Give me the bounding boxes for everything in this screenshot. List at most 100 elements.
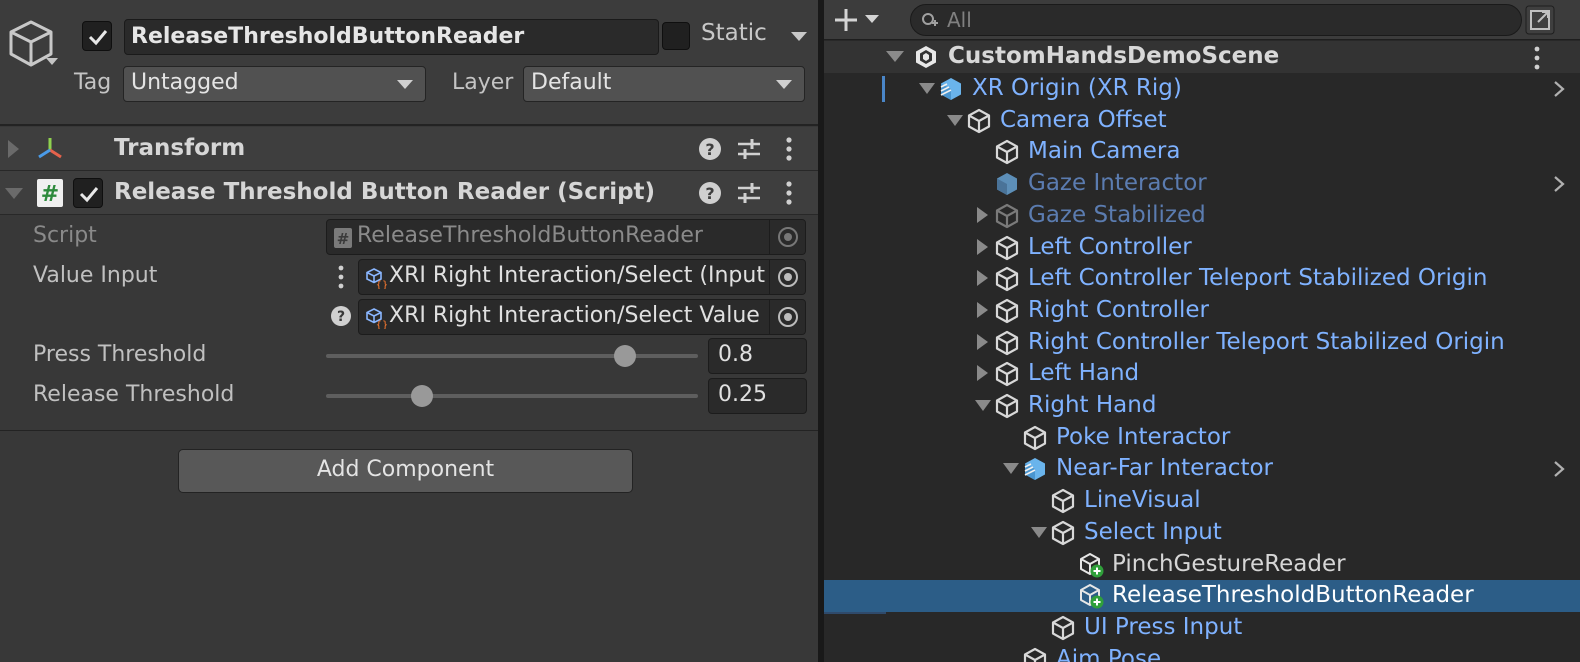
presets-sliders-icon[interactable] <box>735 135 763 163</box>
collapse-arrow-icon[interactable] <box>975 400 991 411</box>
transform-component-header[interactable]: Transform ? <box>0 127 818 171</box>
script-component-header[interactable]: # Release Threshold Button Reader (Scrip… <box>0 171 818 215</box>
release-threshold-field[interactable]: 0.25 <box>708 378 807 414</box>
value-input-action-field[interactable]: {} XRI Right Interaction/Select (Input <box>358 259 806 295</box>
cube-icon <box>994 298 1020 324</box>
cube-icon <box>1022 425 1048 451</box>
hierarchy-item[interactable]: Gaze Stabilized <box>824 200 1580 232</box>
svg-text:?: ? <box>705 184 714 203</box>
hierarchy-item[interactable]: Poke Interactor <box>824 422 1580 454</box>
search-icon <box>922 13 938 26</box>
release-threshold-slider-track[interactable] <box>326 394 698 398</box>
icon-dropdown-caret-icon[interactable] <box>46 58 58 65</box>
expand-arrow-icon[interactable] <box>977 365 988 382</box>
release-threshold-slider-thumb[interactable] <box>411 385 433 407</box>
hierarchy-item-label: Gaze Stabilized <box>1028 201 1206 228</box>
help-icon[interactable]: ? <box>330 305 352 327</box>
static-checkbox[interactable] <box>662 22 690 50</box>
hierarchy-item[interactable]: Select Input <box>824 517 1580 549</box>
hierarchy-item-label: XR Origin (XR Rig) <box>972 75 1182 101</box>
kebab-menu-icon[interactable] <box>332 263 350 291</box>
hierarchy-item[interactable]: LineVisual <box>824 485 1580 517</box>
hierarchy-item-label: ReleaseThresholdButtonReader <box>1112 582 1474 609</box>
collapse-arrow-icon[interactable] <box>919 83 935 94</box>
collapse-arrow-icon[interactable] <box>1031 526 1047 538</box>
hierarchy-item[interactable]: UI Press Input <box>824 612 1580 644</box>
layer-dropdown[interactable]: Default <box>523 66 805 102</box>
add-component-button[interactable]: Add Component <box>178 449 633 493</box>
chevron-right-icon[interactable] <box>1552 79 1566 103</box>
release-threshold-row: Release Threshold 0.25 <box>0 376 818 416</box>
create-menu-caret-icon[interactable] <box>865 15 879 23</box>
kebab-menu-icon[interactable] <box>775 135 803 163</box>
expand-arrow-icon[interactable] <box>977 333 988 350</box>
presets-sliders-icon[interactable] <box>735 179 763 207</box>
press-threshold-field[interactable]: 0.8 <box>708 338 807 374</box>
static-label: Static <box>701 20 767 46</box>
value-input-reference-value: XRI Right Interaction/Select Value <box>389 303 760 328</box>
scene-header[interactable]: CustomHandsDemoScene <box>824 41 1580 73</box>
hierarchy-item[interactable]: Gaze Interactor <box>824 168 1580 200</box>
chevron-down-icon <box>776 80 792 89</box>
press-threshold-row: Press Threshold 0.8 <box>0 336 818 376</box>
input-action-reference-icon: {} <box>366 308 387 329</box>
hierarchy-item[interactable]: PinchGestureReader <box>824 549 1580 581</box>
object-picker-button[interactable] <box>769 300 805 334</box>
hierarchy-item[interactable]: ReleaseThresholdButtonReader <box>824 580 1580 613</box>
kebab-menu-icon[interactable] <box>1528 45 1546 71</box>
chevron-right-icon[interactable] <box>1552 174 1566 198</box>
script-foldout-icon[interactable] <box>5 188 23 199</box>
checkmark-icon <box>79 187 99 203</box>
hierarchy-item-label: Poke Interactor <box>1056 423 1231 450</box>
scene-foldout-icon[interactable] <box>886 51 904 62</box>
svg-text:?: ? <box>337 309 345 325</box>
hierarchy-item[interactable]: Right Controller <box>824 295 1580 327</box>
transform-foldout-icon[interactable] <box>8 140 19 158</box>
cube-icon <box>1050 488 1076 514</box>
press-threshold-slider-track[interactable] <box>326 354 698 358</box>
hierarchy-item[interactable]: Camera Offset <box>824 105 1580 137</box>
expand-arrow-icon[interactable] <box>977 238 988 255</box>
hierarchy-item[interactable]: Near-Far Interactor <box>824 453 1580 485</box>
scene-visibility-popout-icon[interactable] <box>1524 4 1556 36</box>
script-property-row: Script # ReleaseThresholdButtonReader <box>0 217 818 257</box>
hierarchy-item[interactable]: Left Controller <box>824 232 1580 264</box>
script-enabled-checkbox[interactable] <box>73 178 103 208</box>
hierarchy-item[interactable]: Left Hand <box>824 358 1580 390</box>
active-checkbox[interactable] <box>82 21 112 51</box>
value-input-reference-field[interactable]: {} XRI Right Interaction/Select Value <box>358 299 806 335</box>
gameobject-name-field[interactable]: ReleaseThresholdButtonReader <box>124 19 659 55</box>
expand-arrow-icon[interactable] <box>977 206 988 223</box>
press-threshold-slider-thumb[interactable] <box>613 345 636 367</box>
expand-arrow-icon[interactable] <box>977 270 988 287</box>
hierarchy-item[interactable]: Right Hand <box>824 390 1580 422</box>
hierarchy-item[interactable]: Left Controller Teleport Stabilized Orig… <box>824 263 1580 295</box>
hierarchy-panel: All CustomHandsDemoScene XR Origin (XR R… <box>824 0 1580 662</box>
help-icon[interactable]: ? <box>696 179 724 207</box>
expand-arrow-icon[interactable] <box>977 301 988 318</box>
cube-icon <box>994 235 1020 261</box>
collapse-arrow-icon[interactable] <box>947 114 963 126</box>
hierarchy-item[interactable]: Main Camera <box>824 136 1580 168</box>
hierarchy-item[interactable]: XR Origin (XR Rig) <box>824 73 1580 105</box>
chevron-down-icon <box>397 80 413 89</box>
chevron-right-icon[interactable] <box>1552 459 1566 483</box>
static-dropdown-caret-icon[interactable] <box>791 32 807 41</box>
hierarchy-item[interactable]: Right Controller Teleport Stabilized Ori… <box>824 327 1580 359</box>
hierarchy-item[interactable]: Aim Pose <box>824 644 1580 662</box>
tag-dropdown[interactable]: Untagged <box>123 66 426 102</box>
value-input-label: Value Input <box>33 263 158 288</box>
script-property-label: Script <box>33 223 97 248</box>
added-object-icon <box>1078 583 1104 609</box>
svg-text:#: # <box>41 182 59 207</box>
plus-icon[interactable] <box>832 6 860 34</box>
kebab-menu-icon[interactable] <box>775 179 803 207</box>
cube-icon <box>1050 615 1076 641</box>
transform-axes-icon <box>38 138 62 159</box>
value-input-reference-row: ? {} XRI Right Interaction/Select Value <box>0 297 818 337</box>
object-picker-button[interactable] <box>769 260 805 294</box>
help-icon[interactable]: ? <box>696 135 724 163</box>
cube-icon <box>994 330 1020 356</box>
collapse-arrow-icon[interactable] <box>1003 463 1019 475</box>
hierarchy-search-input[interactable]: All <box>910 4 1522 36</box>
